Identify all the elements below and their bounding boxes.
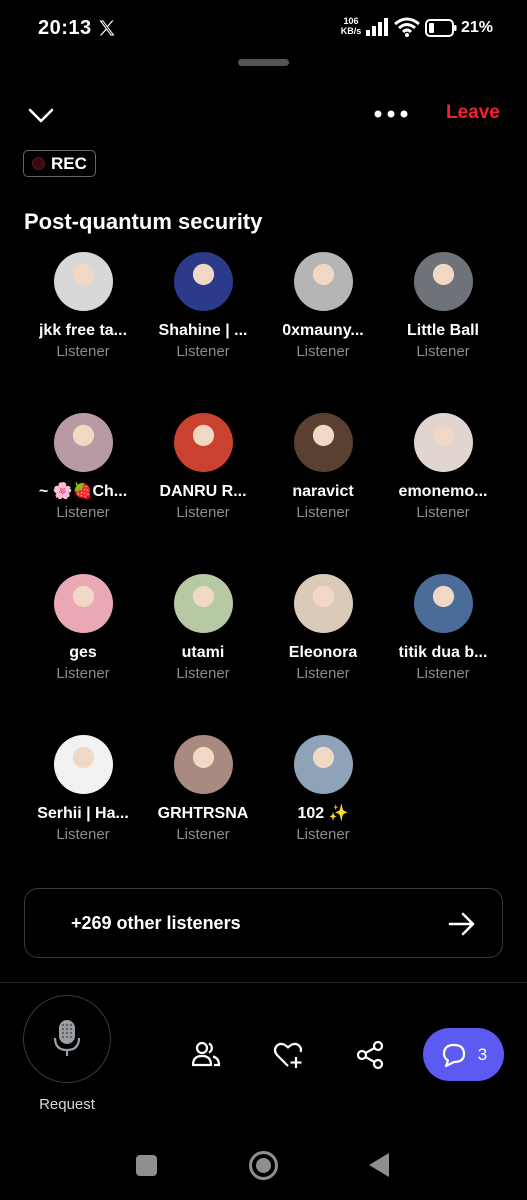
avatar[interactable] (293, 413, 353, 472)
request-label: Request (39, 1096, 95, 1113)
avatar[interactable] (53, 574, 113, 633)
status-time: 20:13 (38, 17, 92, 39)
listener-name: Little Ball (406, 322, 479, 339)
back-button[interactable] (369, 1153, 389, 1177)
drag-handle[interactable] (238, 59, 289, 66)
avatar[interactable] (173, 252, 233, 311)
listener-grid: jkk free ta... Listener Shahine | ... Liste… (23, 252, 505, 858)
listener-tile[interactable]: 102 ✨ Listener (263, 735, 383, 858)
chat-count: 3 (477, 1044, 488, 1064)
listener-role: Listener (416, 343, 470, 360)
avatar[interactable] (53, 735, 113, 794)
network-speed-unit: KB/s (340, 26, 362, 36)
listener-role: Listener (176, 343, 230, 360)
network-speed: 106 KB/s (340, 16, 362, 36)
listener-name: Shahine | ... (158, 322, 248, 339)
record-dot-icon (32, 157, 45, 170)
listener-name: jkk free ta... (38, 322, 128, 339)
listener-tile[interactable]: GRHTRSNA Listener (143, 735, 263, 858)
listener-name: 0xmauny... (282, 322, 364, 339)
network-speed-value: 106 (343, 16, 359, 26)
listener-name: Serhii | Ha... (37, 805, 129, 822)
listener-tile[interactable]: titik dua b... Listener (383, 574, 503, 697)
rec-label: REC (51, 153, 87, 173)
listener-name: 102 ✨ (297, 805, 349, 822)
listener-name: DANRU R... (159, 483, 247, 500)
avatar[interactable] (173, 413, 233, 472)
heart-plus-icon[interactable] (272, 1039, 304, 1071)
listener-name: Eleonora (288, 644, 358, 661)
avatar[interactable] (413, 252, 473, 311)
more-options-icon[interactable] (373, 104, 409, 124)
request-mic-button[interactable] (23, 995, 111, 1083)
rec-badge: REC (23, 150, 96, 177)
other-listeners-label: +269 other listeners (71, 912, 241, 933)
divider (0, 982, 527, 983)
listener-name: naravict (292, 483, 354, 500)
listener-tile[interactable]: Little Ball Listener (383, 252, 503, 375)
listener-name: emonemo... (398, 483, 488, 500)
listener-tile[interactable]: Shahine | ... Listener (143, 252, 263, 375)
listener-tile[interactable]: emonemo... Listener (383, 413, 503, 536)
listener-role: Listener (56, 343, 110, 360)
avatar[interactable] (173, 574, 233, 633)
avatar[interactable] (413, 413, 473, 472)
recent-apps-button[interactable] (136, 1155, 157, 1176)
listener-tile[interactable]: 0xmauny... Listener (263, 252, 383, 375)
other-listeners-button[interactable]: +269 other listeners (24, 888, 503, 958)
share-icon[interactable] (354, 1039, 386, 1071)
listener-role: Listener (296, 343, 350, 360)
listener-name: GRHTRSNA (157, 805, 249, 822)
listener-tile[interactable]: DANRU R... Listener (143, 413, 263, 536)
listener-role: Listener (296, 826, 350, 843)
listener-tile[interactable]: Eleonora Listener (263, 574, 383, 697)
avatar[interactable] (53, 252, 113, 311)
avatar[interactable] (293, 252, 353, 311)
listener-tile[interactable]: utami Listener (143, 574, 263, 697)
listener-name: ~ 🌸🍓Ch... (38, 483, 128, 500)
listener-name: utami (181, 644, 225, 661)
listener-tile[interactable]: ges Listener (23, 574, 143, 697)
status-bar: 20:13 106 KB/s 21% (0, 0, 527, 60)
space-title: Post-quantum security (24, 209, 263, 234)
avatar[interactable] (413, 574, 473, 633)
listener-role: Listener (176, 826, 230, 843)
listener-role: Listener (176, 665, 230, 682)
avatar[interactable] (173, 735, 233, 794)
leave-button[interactable]: Leave (446, 102, 500, 124)
chevron-down-icon[interactable] (26, 100, 56, 130)
listener-role: Listener (416, 504, 470, 521)
listener-name: titik dua b... (398, 644, 488, 661)
listener-tile[interactable]: ~ 🌸🍓Ch... Listener (23, 413, 143, 536)
listener-role: Listener (296, 504, 350, 521)
people-icon[interactable] (190, 1038, 222, 1070)
listener-role: Listener (416, 665, 470, 682)
arrow-right-icon (448, 912, 475, 936)
listener-role: Listener (56, 504, 110, 521)
listener-tile[interactable]: naravict Listener (263, 413, 383, 536)
listener-role: Listener (176, 504, 230, 521)
wifi-icon (394, 17, 420, 37)
listener-role: Listener (296, 665, 350, 682)
listener-role: Listener (56, 826, 110, 843)
avatar[interactable] (293, 735, 353, 794)
signal-icon (366, 18, 388, 36)
battery-percent: 21% (461, 19, 494, 36)
listener-tile[interactable]: jkk free ta... Listener (23, 252, 143, 375)
home-button[interactable] (249, 1151, 278, 1180)
microphone-icon (53, 1020, 81, 1056)
listener-name: ges (69, 644, 97, 661)
x-logo-icon (99, 20, 115, 36)
chat-icon (442, 1043, 465, 1067)
listener-tile[interactable]: Serhii | Ha... Listener (23, 735, 143, 858)
avatar[interactable] (53, 413, 113, 472)
battery-icon (425, 19, 457, 37)
chat-button[interactable]: 3 (423, 1028, 504, 1081)
listener-role: Listener (56, 665, 110, 682)
avatar[interactable] (293, 574, 353, 633)
home-icon (256, 1158, 271, 1173)
